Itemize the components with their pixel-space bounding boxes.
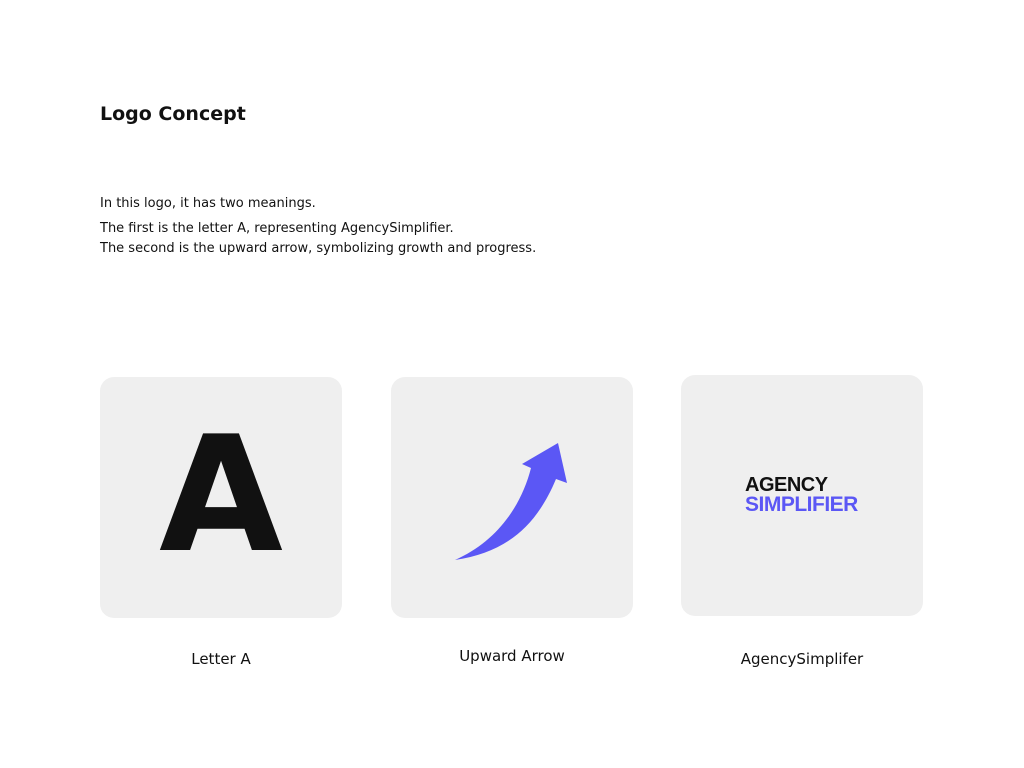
logo-line-agency: AGENCY [745, 474, 828, 496]
letter-a-glyph: A [159, 401, 283, 588]
upward-arrow-card [391, 377, 633, 618]
page-title: Logo Concept [100, 103, 246, 125]
agencysimplifier-caption: AgencySimplifer [740, 650, 864, 668]
description-line: In this logo, it has two meanings. [100, 196, 316, 211]
description-line: The first is the letter A, representing … [100, 221, 454, 236]
letter-a-caption: Letter A [191, 650, 251, 668]
letter-a-card: A [100, 377, 342, 618]
agencysimplifier-logo: AGENCY SIMPLIFIER [745, 475, 858, 515]
logo-line-simplifier: SIMPLIFIER [745, 493, 858, 516]
upward-arrow-caption: Upward Arrow [459, 647, 565, 665]
upward-arrow-icon [455, 443, 567, 560]
description-line: The second is the upward arrow, symboliz… [100, 241, 537, 256]
agencysimplifier-card: AGENCY SIMPLIFIER [681, 375, 923, 616]
